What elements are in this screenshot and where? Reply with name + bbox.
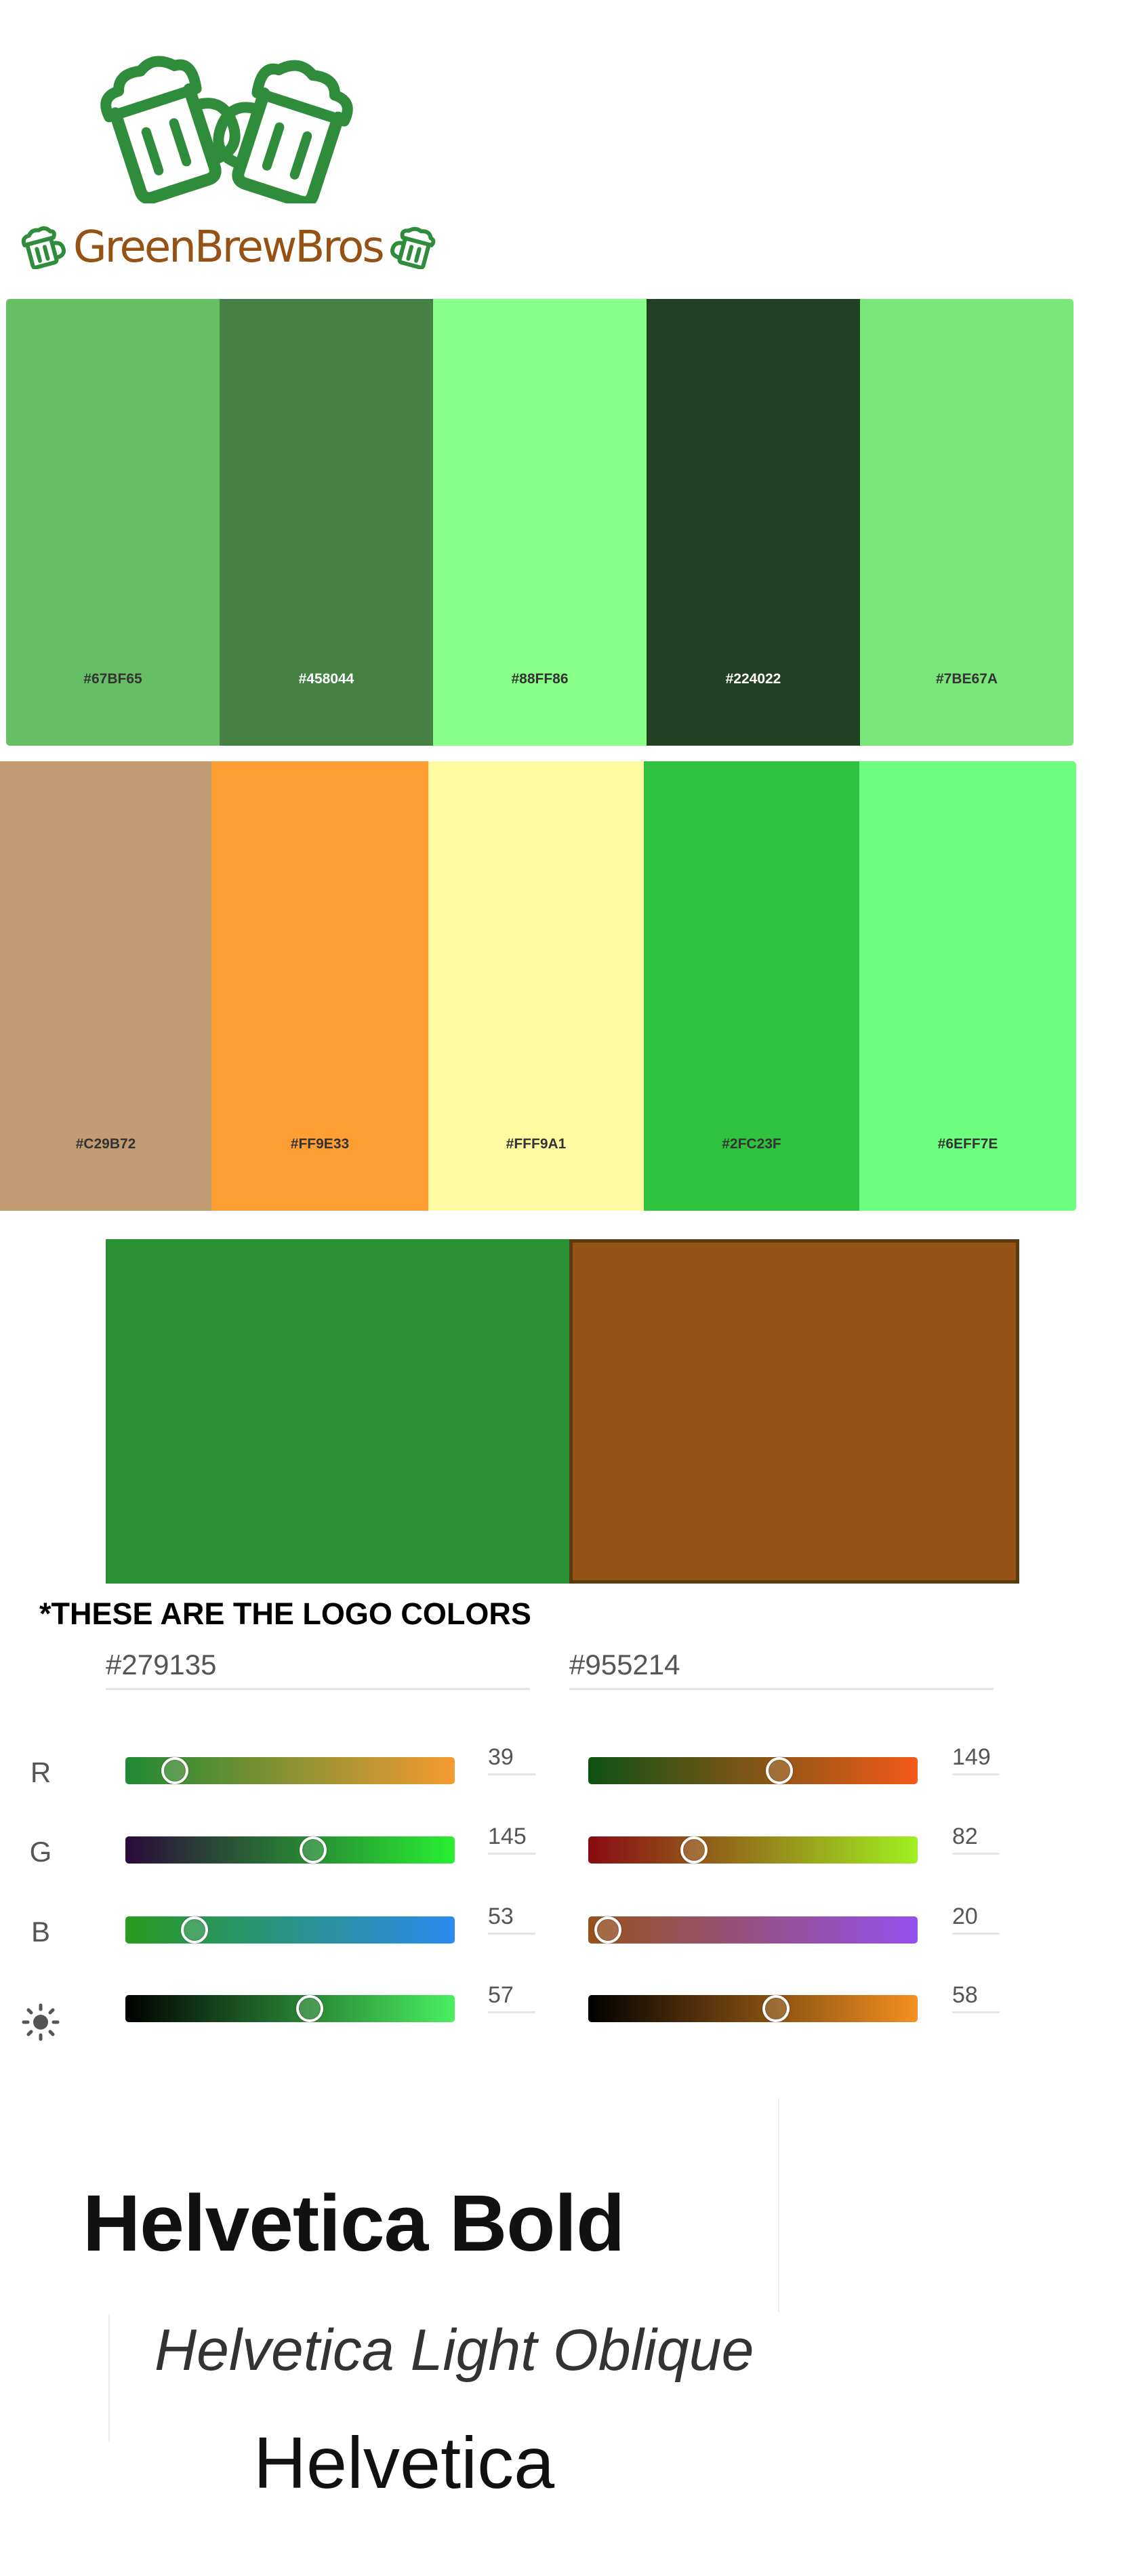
- color-swatch[interactable]: #224022: [647, 299, 860, 746]
- channel-value[interactable]: 82: [952, 1823, 1000, 1855]
- slider-knob[interactable]: [300, 1836, 327, 1864]
- channel-label-g: G: [29, 1836, 52, 1868]
- swatch-hex-label: #FF9E33: [290, 1136, 350, 1152]
- swatch-hex-label: #C29B72: [75, 1136, 136, 1152]
- slider-knob[interactable]: [762, 1995, 790, 2022]
- slider-knob[interactable]: [680, 1836, 708, 1864]
- accent-palette: #C29B72 #FF9E33 #FFF9A1 #2FC23F #6EFF7E: [0, 761, 1076, 1211]
- channel-slider-right-0[interactable]: [588, 1757, 918, 1784]
- hex-field-right[interactable]: #955214: [569, 1646, 994, 1690]
- slider-knob[interactable]: [181, 1916, 209, 1944]
- swatch-hex-label: #458044: [298, 671, 354, 687]
- logo-colors-note: *THESE ARE THE LOGO COLORS: [39, 1596, 531, 1631]
- hex-field-left[interactable]: #279135: [106, 1646, 530, 1690]
- channel-value[interactable]: 20: [952, 1903, 1000, 1935]
- color-swatch[interactable]: #67BF65: [6, 299, 220, 746]
- channel-slider-left-2[interactable]: [125, 1916, 455, 1944]
- swatch-hex-label: #67BF65: [83, 671, 142, 687]
- logo-color-green-swatch: [106, 1239, 569, 1584]
- channel-slider-right-1[interactable]: [588, 1836, 918, 1864]
- color-swatch[interactable]: #FF9E33: [211, 761, 428, 1211]
- channel-slider-left-1[interactable]: [125, 1836, 455, 1864]
- font-sample-bold: Helvetica Bold: [83, 2179, 625, 2268]
- swatch-hex-label: #2FC23F: [722, 1136, 781, 1152]
- font-sample-light-oblique: Helvetica Light Oblique: [155, 2318, 754, 2383]
- channel-value[interactable]: 39: [488, 1744, 535, 1775]
- color-swatch[interactable]: #88FF86: [433, 299, 647, 746]
- swatch-hex-label: #FFF9A1: [506, 1136, 567, 1152]
- color-swatch[interactable]: #C29B72: [0, 761, 211, 1211]
- color-swatch[interactable]: #FFF9A1: [428, 761, 644, 1211]
- color-swatch[interactable]: #2FC23F: [644, 761, 859, 1211]
- color-swatch[interactable]: #6EFF7E: [859, 761, 1076, 1211]
- font-sample-divider: [108, 2314, 110, 2442]
- wordmark: GreenBrewBros: [19, 220, 437, 275]
- swatch-hex-label: #88FF86: [511, 671, 569, 687]
- color-swatch[interactable]: #458044: [220, 299, 433, 746]
- slider-knob[interactable]: [296, 1995, 324, 2022]
- channel-value[interactable]: 149: [952, 1744, 1000, 1775]
- color-swatch[interactable]: #7BE67A: [860, 299, 1073, 746]
- logo-color-brown-swatch: [569, 1239, 1019, 1584]
- channel-label-r: R: [30, 1756, 52, 1788]
- channel-value[interactable]: 53: [488, 1903, 535, 1935]
- swatch-hex-label: #7BE67A: [935, 671, 998, 687]
- channel-value[interactable]: 57: [488, 1981, 535, 2013]
- brand-wordmark: GreenBrewBros: [73, 222, 385, 273]
- swatch-hex-label: #224022: [725, 671, 781, 687]
- beer-mug-left-icon: [21, 226, 66, 269]
- channel-value[interactable]: 145: [488, 1823, 535, 1855]
- slider-knob[interactable]: [594, 1916, 622, 1944]
- beer-mugs-logo-icon: [100, 56, 353, 203]
- green-palette: #67BF65 #458044 #88FF86 #224022 #7BE67A: [6, 299, 1073, 746]
- slider-knob[interactable]: [161, 1757, 188, 1784]
- channel-slider-right-2[interactable]: [588, 1916, 918, 1944]
- channel-slider-left-3[interactable]: [125, 1995, 455, 2022]
- font-sample-regular: Helvetica: [253, 2421, 555, 2503]
- sun-icon: [22, 2003, 60, 2041]
- slider-knob[interactable]: [765, 1757, 793, 1784]
- beer-mug-right-icon: [390, 226, 436, 269]
- channel-value[interactable]: 58: [952, 1981, 1000, 2013]
- swatch-hex-label: #6EFF7E: [937, 1136, 998, 1152]
- channel-label-b: B: [30, 1916, 50, 1948]
- channel-slider-right-3[interactable]: [588, 1995, 918, 2022]
